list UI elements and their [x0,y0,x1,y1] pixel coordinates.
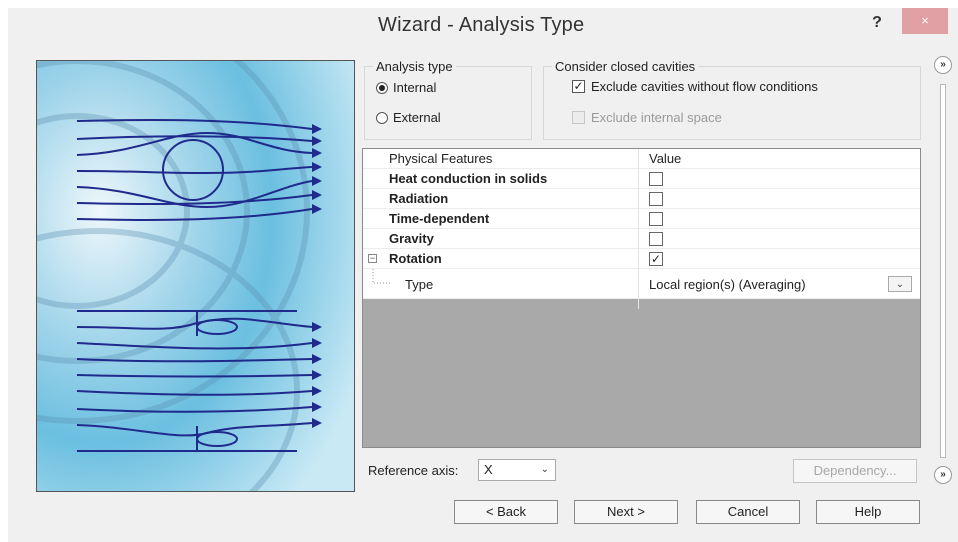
tree-connector-icon [372,269,390,284]
table-row[interactable]: Radiation [363,189,920,209]
internal-radio-label: Internal [393,80,437,95]
feature-name: Heat conduction in solids [389,171,548,186]
radiation-checkbox[interactable] [649,192,663,206]
back-button[interactable]: < Back [454,500,558,524]
table-row[interactable]: − Rotation ✓ [363,249,920,269]
reference-axis-label: Reference axis: [368,463,459,478]
table-row[interactable]: Gravity [363,229,920,249]
reference-axis-select[interactable]: X ⌄ [478,459,556,481]
wizard-window: Wizard - Analysis Type ? × Analysis type… [8,8,958,542]
scrollbar[interactable] [940,84,946,458]
analysis-type-group: Analysis type [364,59,532,140]
dependency-button[interactable]: Dependency... [793,459,917,483]
time-dependent-checkbox[interactable] [649,212,663,226]
heat-conduction-checkbox[interactable] [649,172,663,186]
checkmark-icon[interactable]: ✓ [572,80,585,93]
exclude-cavities-checkbox[interactable]: ✓ Exclude cavities without flow conditio… [572,79,818,94]
title-bar: Wizard - Analysis Type ? × [8,8,958,42]
flow-illustration [36,60,355,492]
type-label: Type [405,277,434,292]
expand-panel-icon[interactable]: » [934,56,952,74]
closed-cavities-group: Consider closed cavities [543,59,921,140]
exclude-internal-space-checkbox[interactable]: Exclude internal space [572,110,722,125]
radio-unselected-icon[interactable] [376,111,388,124]
cancel-button[interactable]: Cancel [696,500,800,524]
rotation-checkbox[interactable]: ✓ [649,252,663,266]
gravity-checkbox[interactable] [649,232,663,246]
table-row[interactable]: Heat conduction in solids [363,169,920,189]
help-button[interactable]: Help [816,500,920,524]
physical-features-table: Physical Features Value Heat conduction … [362,148,921,448]
expand-panel-icon[interactable]: » [934,466,952,484]
feature-name: Gravity [389,231,434,246]
table-row[interactable]: Type Local region(s) (Averaging) ⌄ [363,269,920,299]
reference-axis-value: X [484,462,493,477]
rotation-type-value[interactable]: Local region(s) (Averaging) [649,277,806,292]
table-header: Physical Features Value [363,149,920,169]
collapse-icon[interactable]: − [368,254,377,263]
chevron-down-icon: ⌄ [540,464,549,475]
analysis-type-label: Analysis type [373,59,456,74]
external-radio-label: External [393,110,441,125]
table-row[interactable]: Time-dependent [363,209,920,229]
feature-name: Time-dependent [389,211,490,226]
exclude-internal-space-label: Exclude internal space [591,110,722,125]
radio-selected-icon[interactable] [376,81,388,94]
external-radio[interactable]: External [376,110,441,125]
exclude-cavities-label: Exclude cavities without flow conditions [591,79,818,94]
checkbox-disabled-icon[interactable] [572,111,585,124]
help-title-button[interactable]: ? [865,12,889,34]
chevron-down-icon[interactable]: ⌄ [888,276,912,292]
feature-name: Radiation [389,191,449,206]
close-button[interactable]: × [902,8,948,34]
window-title: Wizard - Analysis Type [378,14,585,36]
closed-cavities-label: Consider closed cavities [552,59,699,74]
next-button[interactable]: Next > [574,500,678,524]
internal-radio[interactable]: Internal [376,80,436,95]
flow-streamlines-image [37,61,354,491]
column-divider [638,149,639,309]
header-value: Value [649,151,682,166]
header-physical-features: Physical Features [389,151,493,166]
feature-name: Rotation [389,251,442,266]
